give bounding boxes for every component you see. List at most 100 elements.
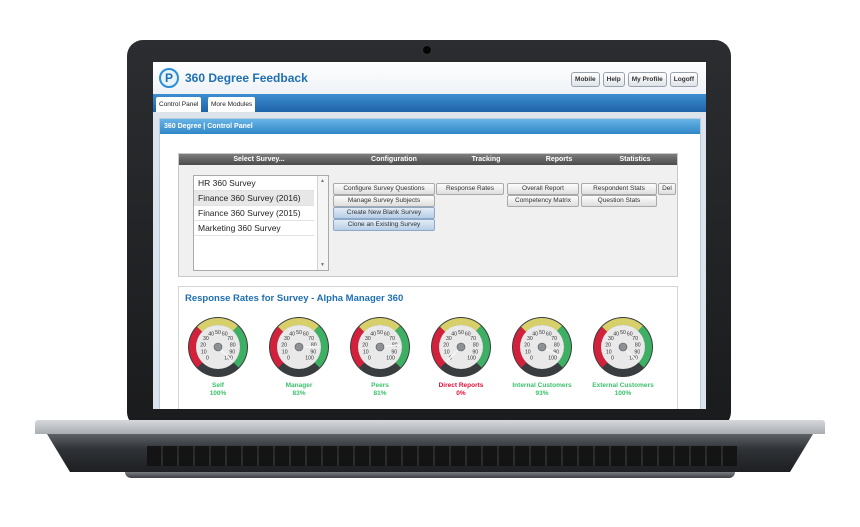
gauge-tick-label: 20 — [605, 343, 611, 349]
gauge-caption: Internal Customers 93% — [507, 382, 577, 398]
gauge-tick-label: 40 — [370, 332, 376, 338]
app-screen: P 360 Degree Feedback Mobile Help My Pro… — [153, 62, 706, 409]
gauge-caption: External Customers 100% — [588, 382, 658, 398]
gauge-tick-label: 10 — [363, 350, 369, 356]
survey-list-item-selected[interactable]: Finance 360 Survey (2016) — [194, 191, 314, 206]
header-buttons: Mobile Help My Profile Logoff — [571, 72, 698, 87]
gauge-hub — [375, 342, 385, 352]
gauge-tick-label: 40 — [289, 332, 295, 338]
gauge-tick-label: 10 — [606, 350, 612, 356]
scroll-down-icon[interactable]: ▼ — [320, 262, 325, 268]
gauge-tick-label: 80 — [635, 343, 641, 349]
gauge-tick-label: 100 — [386, 356, 395, 362]
gauge-tick-label: 0 — [530, 356, 533, 362]
response-gauge: 0102030405060708090100 — [188, 317, 248, 377]
response-gauge: 0102030405060708090100 — [593, 317, 653, 377]
tab-control-panel[interactable]: Control Panel — [156, 97, 202, 112]
gauge-tick-label: 80 — [311, 343, 317, 349]
gauge-label: External Customers — [592, 382, 654, 389]
gauge-tick-label: 50 — [215, 330, 221, 336]
gauge-hub — [537, 342, 547, 352]
gauge-tick-label: 50 — [458, 330, 464, 336]
gauge-hub — [456, 342, 466, 352]
response-gauge: 0102030405060708090100 — [431, 317, 491, 377]
scroll-up-icon[interactable]: ▲ — [320, 178, 325, 184]
delete-button[interactable]: Del — [658, 183, 676, 195]
mobile-button[interactable]: Mobile — [571, 72, 600, 87]
manage-survey-subjects-button[interactable]: Manage Survey Subjects — [333, 195, 435, 207]
gauge-tick-label: 10 — [201, 350, 207, 356]
panel-title: 360 Degree | Control Panel — [160, 119, 700, 134]
keyboard — [147, 446, 737, 466]
help-button[interactable]: Help — [602, 72, 625, 87]
menu-header-row: Select Survey... Configuration Tracking … — [179, 154, 677, 165]
app-header: P 360 Degree Feedback Mobile Help My Pro… — [153, 62, 706, 94]
laptop-base — [35, 420, 825, 478]
gauge-value: 100% — [614, 390, 632, 397]
gauge-label: Manager — [285, 382, 313, 389]
menu-header-select-survey: Select Survey... — [233, 156, 285, 163]
menu-header-tracking: Tracking — [471, 156, 501, 163]
gauge-tick-label: 50 — [377, 330, 383, 336]
gauge-tick-label: 20 — [362, 343, 368, 349]
my-profile-button[interactable]: My Profile — [627, 72, 667, 87]
app-title: 360 Degree Feedback — [185, 71, 308, 85]
create-new-blank-survey-button[interactable]: Create New Blank Survey — [333, 207, 435, 219]
control-panel: 360 Degree | Control Panel Select Survey… — [159, 118, 701, 409]
gauge-tick-label: 50 — [296, 330, 302, 336]
gauge-tick-label: 70 — [470, 336, 476, 342]
respondent-stats-button[interactable]: Respondent Stats — [581, 183, 657, 195]
gauge-tick-label: 20 — [281, 343, 287, 349]
gauge-caption: Manager 83% — [264, 382, 334, 398]
gauge-value: 93% — [535, 390, 549, 397]
gauge-tick-label: 20 — [443, 343, 449, 349]
response-rates-title: Response Rates for Survey - Alpha Manage… — [185, 293, 404, 304]
question-stats-button[interactable]: Question Stats — [581, 195, 657, 207]
survey-listbox[interactable]: HR 360 Survey Finance 360 Survey (2016) … — [193, 175, 329, 271]
clone-existing-survey-button[interactable]: Clone an Existing Survey — [333, 219, 435, 231]
gauge-tick-label: 100 — [548, 356, 557, 362]
gauge-tick-label: 10 — [525, 350, 531, 356]
gauge-caption: Self 100% — [183, 382, 253, 398]
gauge-tick-label: 50 — [620, 330, 626, 336]
gauge-label: Peers — [371, 382, 389, 389]
competency-matrix-button[interactable]: Competency Matrix — [507, 195, 579, 207]
gauge-caption: Direct Reports 0% — [426, 382, 496, 398]
response-rates-section: Response Rates for Survey - Alpha Manage… — [178, 286, 678, 409]
logoff-button[interactable]: Logoff — [669, 72, 698, 87]
gauge-tick-label: 80 — [554, 343, 560, 349]
response-gauge: 0102030405060708090100 — [512, 317, 572, 377]
response-rates-button[interactable]: Response Rates — [436, 183, 504, 195]
gauge-tick-label: 100 — [467, 356, 476, 362]
gauge-tick-label: 40 — [613, 332, 619, 338]
response-gauge: 0102030405060708090100 — [269, 317, 329, 377]
gauge-tick-label: 10 — [444, 350, 450, 356]
survey-list-scrollbar[interactable]: ▲ ▼ — [317, 176, 328, 270]
gauge-tick-label: 40 — [208, 332, 214, 338]
gauge-value: 100% — [209, 390, 227, 397]
gauge-tick-label: 70 — [551, 336, 557, 342]
overall-report-button[interactable]: Overall Report — [507, 183, 579, 195]
gauge-label: Self — [212, 382, 224, 389]
gauge-label: Direct Reports — [438, 382, 484, 389]
app-logo-icon: P — [159, 68, 179, 88]
survey-list-item[interactable]: HR 360 Survey — [194, 176, 314, 191]
gauge-value: 0% — [456, 390, 466, 397]
tab-bar: Control Panel More Modules — [153, 94, 706, 112]
gauge-tick-label: 0 — [287, 356, 290, 362]
survey-list-item[interactable]: Marketing 360 Survey — [194, 221, 314, 236]
gauge-tick-label: 10 — [282, 350, 288, 356]
gauge-value: 81% — [373, 390, 387, 397]
gauge-tick-label: 20 — [200, 343, 206, 349]
gauge-tick-label: 80 — [473, 343, 479, 349]
configure-survey-questions-button[interactable]: Configure Survey Questions — [333, 183, 435, 195]
gauge-value: 83% — [292, 390, 306, 397]
gauge-tick-label: 40 — [532, 332, 538, 338]
survey-list-item[interactable]: Finance 360 Survey (2015) — [194, 206, 314, 221]
gauge-tick-label: 70 — [227, 336, 233, 342]
gauge-tick-label: 0 — [206, 356, 209, 362]
gauge-tick-label: 100 — [305, 356, 314, 362]
tab-more-modules[interactable]: More Modules — [208, 97, 256, 112]
response-gauge: 0102030405060708090100 — [350, 317, 410, 377]
survey-menu: Select Survey... Configuration Tracking … — [178, 153, 678, 277]
